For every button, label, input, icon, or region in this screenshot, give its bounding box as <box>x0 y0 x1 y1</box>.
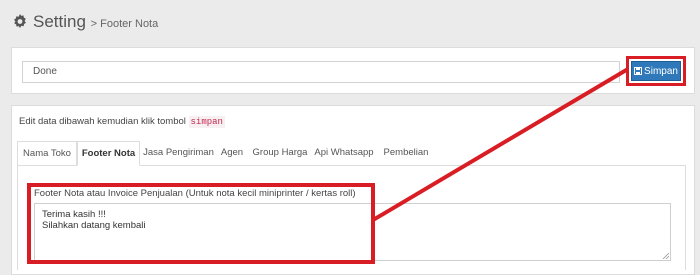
instruction-label: Edit data dibawah kemudian klik tombol <box>19 116 186 127</box>
save-button-label: Simpan <box>644 65 678 77</box>
tab-pembelian[interactable]: Pembelian <box>381 141 431 165</box>
tab-api-whatsapp[interactable]: Api Whatsapp <box>314 141 374 165</box>
instruction-code: simpan <box>188 116 225 128</box>
tab-agen[interactable]: Agen <box>217 141 247 165</box>
tab-group-harga[interactable]: Group Harga <box>249 141 311 165</box>
instruction-text: Edit data dibawah kemudian klik tombol s… <box>19 116 225 128</box>
resize-handle-icon[interactable] <box>663 253 669 259</box>
tab-footer-nota[interactable]: Footer Nota <box>77 141 140 166</box>
floppy-icon <box>634 67 643 75</box>
page-title: Setting > Footer Nota <box>33 12 158 32</box>
gear-icon <box>14 14 26 28</box>
save-button[interactable]: Simpan <box>631 61 681 81</box>
tab-nama-toko[interactable]: Nama Toko <box>17 141 77 165</box>
page-title-main: Setting <box>33 12 86 31</box>
breadcrumb: > Footer Nota <box>90 18 159 30</box>
page-header: Setting > Footer Nota <box>0 0 700 46</box>
save-button-highlight: Simpan <box>626 56 686 86</box>
settings-tabs: Nama Toko Footer Nota Jasa Pengiriman Ag… <box>17 141 686 166</box>
status-field[interactable]: Done <box>22 61 620 83</box>
footer-nota-textarea[interactable]: Terima kasih !!! Silahkan datang kembali <box>34 203 671 261</box>
tab-jasa-pengiriman[interactable]: Jasa Pengiriman <box>141 141 216 165</box>
footer-nota-label: Footer Nota atau Invoice Penjualan (Untu… <box>34 188 356 199</box>
